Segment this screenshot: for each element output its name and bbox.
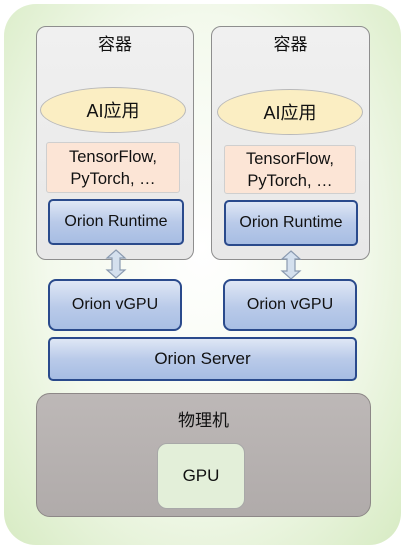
framework-box-1: TensorFlow, PyTorch, … bbox=[46, 142, 180, 193]
framework-box-2: TensorFlow, PyTorch, … bbox=[224, 145, 356, 194]
orion-vgpu-2: Orion vGPU bbox=[223, 279, 357, 331]
orion-runtime-2: Orion Runtime bbox=[224, 200, 358, 246]
framework-line1: TensorFlow, bbox=[68, 147, 158, 166]
double-arrow-icon bbox=[280, 250, 302, 280]
orion-server: Orion Server bbox=[48, 337, 357, 381]
gpu-box: GPU bbox=[157, 443, 245, 509]
orion-vgpu-1: Orion vGPU bbox=[48, 279, 182, 331]
physical-machine-title: 物理机 bbox=[178, 411, 229, 430]
framework-line1: TensorFlow, bbox=[245, 149, 335, 168]
framework-line2: PyTorch, … bbox=[247, 171, 333, 190]
container-title-1: 容器 bbox=[98, 35, 132, 54]
ai-app-ellipse-1: AI应用 bbox=[40, 87, 186, 133]
container-title-2: 容器 bbox=[273, 35, 308, 54]
ai-app-ellipse-2: AI应用 bbox=[217, 89, 363, 135]
orion-runtime-1: Orion Runtime bbox=[48, 199, 184, 245]
double-arrow-icon bbox=[105, 249, 127, 279]
framework-line2: PyTorch, … bbox=[70, 169, 156, 188]
